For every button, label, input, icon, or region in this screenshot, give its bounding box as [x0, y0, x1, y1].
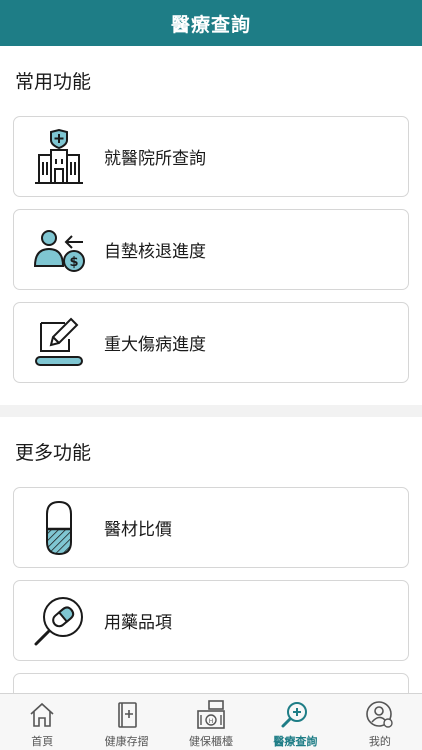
section-title-common: 常用功能: [15, 71, 92, 93]
home-icon: [30, 702, 54, 727]
section-divider: [0, 405, 422, 417]
refund-person-icon: $: [14, 209, 104, 290]
tab-health-book[interactable]: 健康存摺: [84, 694, 168, 750]
coin-icon: $: [14, 673, 104, 694]
section-title-more: 更多功能: [15, 442, 92, 464]
svg-text:$: $: [69, 255, 78, 270]
hospital-search-card[interactable]: 就醫院所查詢: [13, 116, 409, 197]
refund-progress-card[interactable]: $ 自墊核退進度: [13, 209, 409, 290]
refund-progress-label: 自墊核退進度: [104, 242, 206, 262]
tab-medical-search-label: 醫療查詢: [273, 735, 318, 748]
medication-items-card[interactable]: 用藥品項: [13, 580, 409, 661]
common-functions-section: 常用功能 就醫院所查詢 $ 自墊核退進度 重大傷病進度: [0, 46, 422, 405]
hospital-icon: [14, 116, 104, 197]
tab-home-label: 首頁: [31, 735, 54, 748]
capsule-icon: [14, 487, 104, 568]
pill-search-icon: [14, 580, 104, 661]
tab-home[interactable]: 首頁: [0, 694, 84, 750]
tab-profile[interactable]: 我的: [338, 694, 422, 750]
tab-counter-label: 健保櫃檯: [189, 735, 234, 748]
major-illness-label: 重大傷病進度: [104, 335, 206, 355]
medication-items-label: 用藥品項: [104, 613, 172, 633]
tab-health-book-label: 健康存摺: [104, 735, 149, 748]
health-book-icon: [117, 702, 137, 728]
medical-device-price-label: 醫材比價: [104, 520, 172, 540]
counter-icon: H: [197, 700, 225, 729]
more-functions-section: 更多功能 醫材比價 用藥品項: [0, 417, 422, 694]
tab-counter[interactable]: H 健保櫃檯: [169, 694, 253, 750]
app-header: 醫療查詢: [0, 0, 422, 46]
main-content[interactable]: 常用功能 就醫院所查詢 $ 自墊核退進度 重大傷病進度 更多功能 醫材比價 用藥…: [0, 46, 422, 694]
edit-document-icon: [14, 302, 104, 383]
medical-device-price-card[interactable]: 醫材比價: [13, 487, 409, 568]
medical-search-icon: [281, 702, 308, 728]
tab-profile-label: 我的: [368, 735, 391, 748]
hospital-search-label: 就醫院所查詢: [104, 149, 206, 169]
svg-text:H: H: [209, 718, 214, 725]
page-title: 醫療查詢: [170, 13, 251, 36]
tab-medical-search[interactable]: 醫療查詢: [253, 694, 337, 750]
bottom-tab-bar: 首頁 健康存摺 H 健保櫃檯 醫療查詢 我的: [0, 693, 422, 750]
major-illness-card[interactable]: 重大傷病進度: [13, 302, 409, 383]
coin-function-card[interactable]: $: [13, 673, 409, 694]
profile-settings-icon: [366, 701, 393, 728]
